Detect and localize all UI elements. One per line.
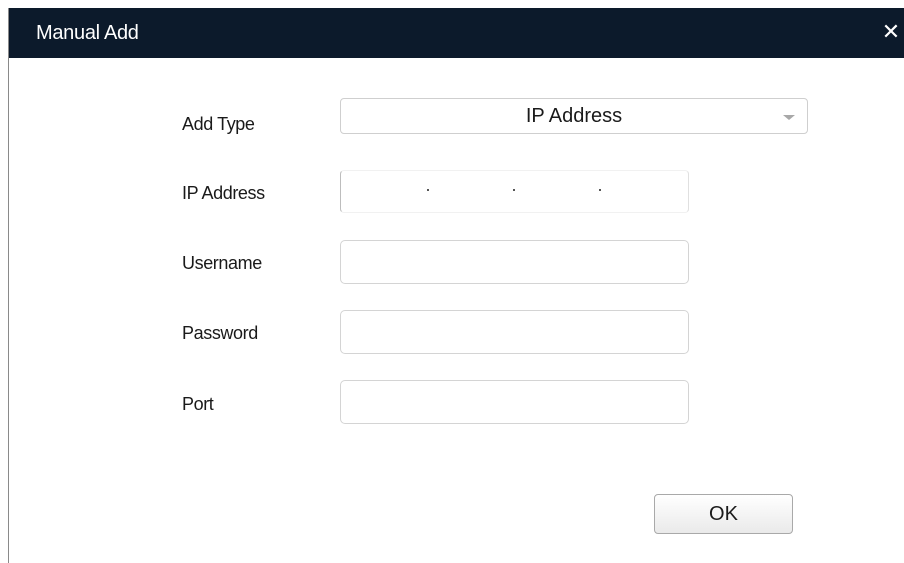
username-label: Username [182,253,262,273]
ok-button[interactable]: OK [654,494,793,534]
ip-address-label: IP Address [182,183,265,203]
password-field[interactable] [340,310,689,354]
ip-octet-separator [599,189,601,191]
password-label: Password [182,323,258,343]
add-type-label: Add Type [182,114,255,134]
ip-octet-separator [427,189,429,191]
username-field[interactable] [340,240,689,284]
add-type-selected-value: IP Address [525,105,623,127]
port-label: Port [182,394,214,414]
dialog-titlebar: Manual Add ✕ [9,8,904,58]
add-type-select[interactable]: IP Address [340,98,808,134]
dialog-left-border [8,8,9,563]
close-icon[interactable]: ✕ [877,18,904,46]
ip-octet-separator [513,189,515,191]
dialog-title: Manual Add [36,22,139,44]
chevron-down-icon [783,115,795,120]
manual-add-dialog: Manual Add ✕ Add Type IP Address IP Addr… [0,0,904,563]
port-field[interactable] [340,380,689,424]
ip-address-field[interactable] [340,170,689,213]
